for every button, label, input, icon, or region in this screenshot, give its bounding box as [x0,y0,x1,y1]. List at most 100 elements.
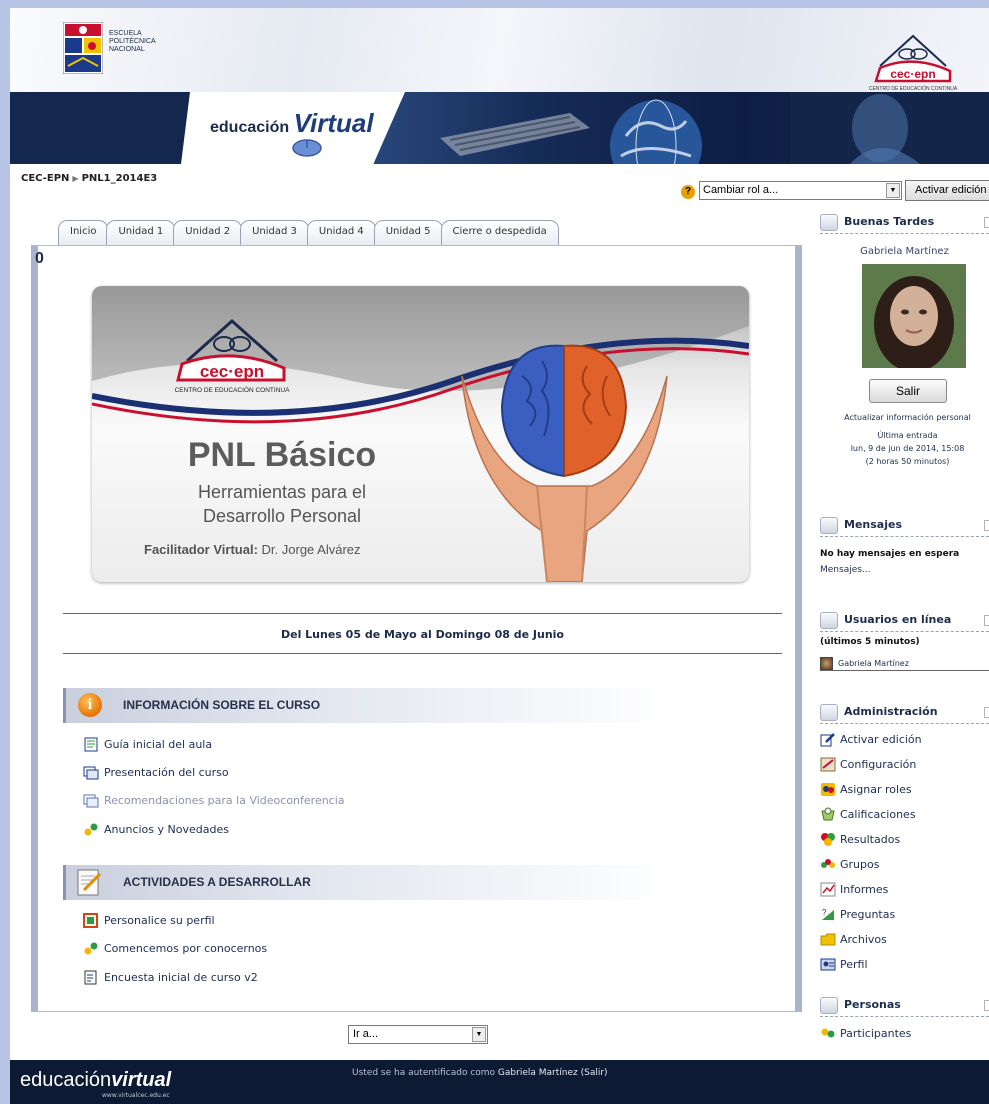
login-info-prefix: Usted se ha autentificado como [352,1068,496,1078]
admin-archivos[interactable]: Archivos [820,932,887,947]
header-top [10,8,989,92]
online-period: (últimos 5 minutos) [820,637,920,647]
breadcrumb-home-link[interactable]: CEC-EPN [21,173,69,184]
last-login-ago: (2 horas 50 minutos) [865,457,950,466]
admin-informes[interactable]: Informes [820,882,888,897]
activity-recomendaciones[interactable]: Recomendaciones para la Videoconferencia [83,793,345,808]
activity-presentacion[interactable]: Presentación del curso [83,765,229,780]
chevron-down-icon: ▼ [472,1027,486,1042]
admin-configuracion[interactable]: Configuración [820,757,916,772]
role-select-value: Cambiar rol a... [703,184,779,196]
admin-activar-edicion[interactable]: Activar edición [820,732,922,747]
epn-crest-logo [63,22,103,74]
svg-text:CENTRO DE EDUCACIÓN CONTINUA: CENTRO DE EDUCACIÓN CONTINUA [175,385,291,394]
people-participantes[interactable]: Participantes [820,1026,911,1041]
admin-item-label: Configuración [840,758,917,771]
activity-label: Anuncios y Novedades [104,823,229,836]
admin-item-label: Calificaciones [840,808,916,821]
admin-preguntas[interactable]: ? Preguntas [820,907,895,922]
activity-personalice-perfil[interactable]: Personalice su perfil [83,913,215,928]
login-info-logout[interactable]: (Salir) [581,1068,608,1078]
footer-url: www.virtualcec.edu.ec [102,1092,170,1099]
svg-text:CENTRO DE EDUCACIÓN CONTINUA: CENTRO DE EDUCACIÓN CONTINUA [869,85,958,92]
activity-label: Personalice su perfil [104,914,215,927]
turn-editing-on-button[interactable]: Activar edición [905,180,989,201]
tab-unidad-5[interactable]: Unidad 5 [373,220,443,245]
course-subtitle-line-2: Desarrollo Personal [202,506,362,526]
activity-encuesta[interactable]: Encuesta inicial de curso v2 [83,970,258,985]
section-title: ACTIVIDADES A DESARROLLAR [123,875,311,889]
tab-unidad-1[interactable]: Unidad 1 [106,220,176,245]
admin-resultados[interactable]: Resultados [820,832,900,847]
admin-item-label: Resultados [840,833,901,846]
collapse-icon[interactable] [984,1000,989,1011]
footer-logo: educaciónvirtual [20,1069,171,1092]
collapse-icon[interactable] [984,615,989,626]
block-header-admin: Administración [820,703,989,724]
window-icon [83,794,99,808]
folder-icon [820,933,836,946]
reports-icon [820,882,836,897]
tab-unidad-3[interactable]: Unidad 3 [240,220,309,245]
section-header-activities: ACTIVIDADES A DESARROLLAR [63,865,675,900]
activity-guia-inicial[interactable]: Guía inicial del aula [83,737,212,752]
block-title: Administración [844,705,938,718]
role-switch-select[interactable]: Cambiar rol a... ▼ [699,181,902,200]
globe-graphic [610,99,702,164]
messages-link[interactable]: Mensajes... [820,565,871,575]
institution-line-2: POLITÉCNICA [109,38,156,45]
facilitator-label: Facilitador Virtual: [144,542,258,557]
jump-to-select[interactable]: Ir a... ▼ [348,1025,488,1044]
activity-anuncios[interactable]: Anuncios y Novedades [83,822,229,837]
block-icon [820,704,838,721]
block-header-greeting: Buenas Tardes [820,213,989,234]
activity-label: Recomendaciones para la Videoconferencia [104,794,345,807]
window-icon [83,766,99,780]
block-icon [820,517,838,534]
update-profile-link[interactable]: Actualizar información personal [820,413,989,422]
user-avatar[interactable] [862,264,966,368]
admin-perfil[interactable]: Perfil [820,957,868,972]
institution-line-3: NACIONAL [109,46,145,53]
collapse-icon[interactable] [984,707,989,718]
person-graphic [790,92,989,164]
activity-label: Encuesta inicial de curso v2 [104,971,258,984]
login-info-user[interactable]: Gabriela Martínez [498,1068,578,1078]
unit-tabs: Inicio Unidad 1 Unidad 2 Unidad 3 Unidad… [58,220,559,245]
activity-label: Guía inicial del aula [104,738,213,751]
participants-icon [821,1028,835,1038]
people-item-label: Participantes [840,1027,912,1040]
mouse-icon [292,139,322,157]
admin-item-label: Perfil [840,958,868,971]
footer: educaciónvirtual www.virtualcec.edu.ec U… [10,1060,989,1104]
tab-inicio[interactable]: Inicio [58,220,109,245]
block-title: Usuarios en línea [844,613,952,626]
admin-item-label: Archivos [840,933,887,946]
tab-unidad-2[interactable]: Unidad 2 [173,220,243,245]
forum-icon [84,823,98,836]
page-frame: ESCUELA POLITÉCNICA NACIONAL cec·epn CEN… [10,8,989,1104]
admin-asignar-roles[interactable]: Asignar roles [820,782,912,797]
groups-icon [821,859,835,868]
breadcrumb: CEC-EPN ▶ PNL1_2014E3 [21,173,157,184]
admin-calificaciones[interactable]: Calificaciones [820,807,916,822]
settings-icon [820,757,836,772]
admin-item-label: Asignar roles [840,783,912,796]
divider [63,613,782,614]
activity-conocernos[interactable]: Comencemos por conocernos [83,941,267,956]
user-thumbnail [820,656,833,670]
divider [63,653,782,654]
collapse-icon[interactable] [984,520,989,531]
tab-cierre[interactable]: Cierre o despedida [440,220,559,245]
tab-unidad-4[interactable]: Unidad 4 [306,220,376,245]
logout-button[interactable]: Salir [869,379,947,403]
help-icon[interactable]: ? [681,185,695,199]
course-date-range: Del Lunes 05 de Mayo al Domingo 08 de Ju… [280,628,564,641]
online-user-item[interactable]: Gabriela Martínez [820,656,989,671]
outcomes-icon [821,833,835,846]
block-title: Buenas Tardes [844,215,935,228]
roles-icon [821,783,835,796]
course-title: PNL Básico [187,436,377,474]
collapse-icon[interactable] [984,217,989,228]
admin-grupos[interactable]: Grupos [820,857,879,872]
